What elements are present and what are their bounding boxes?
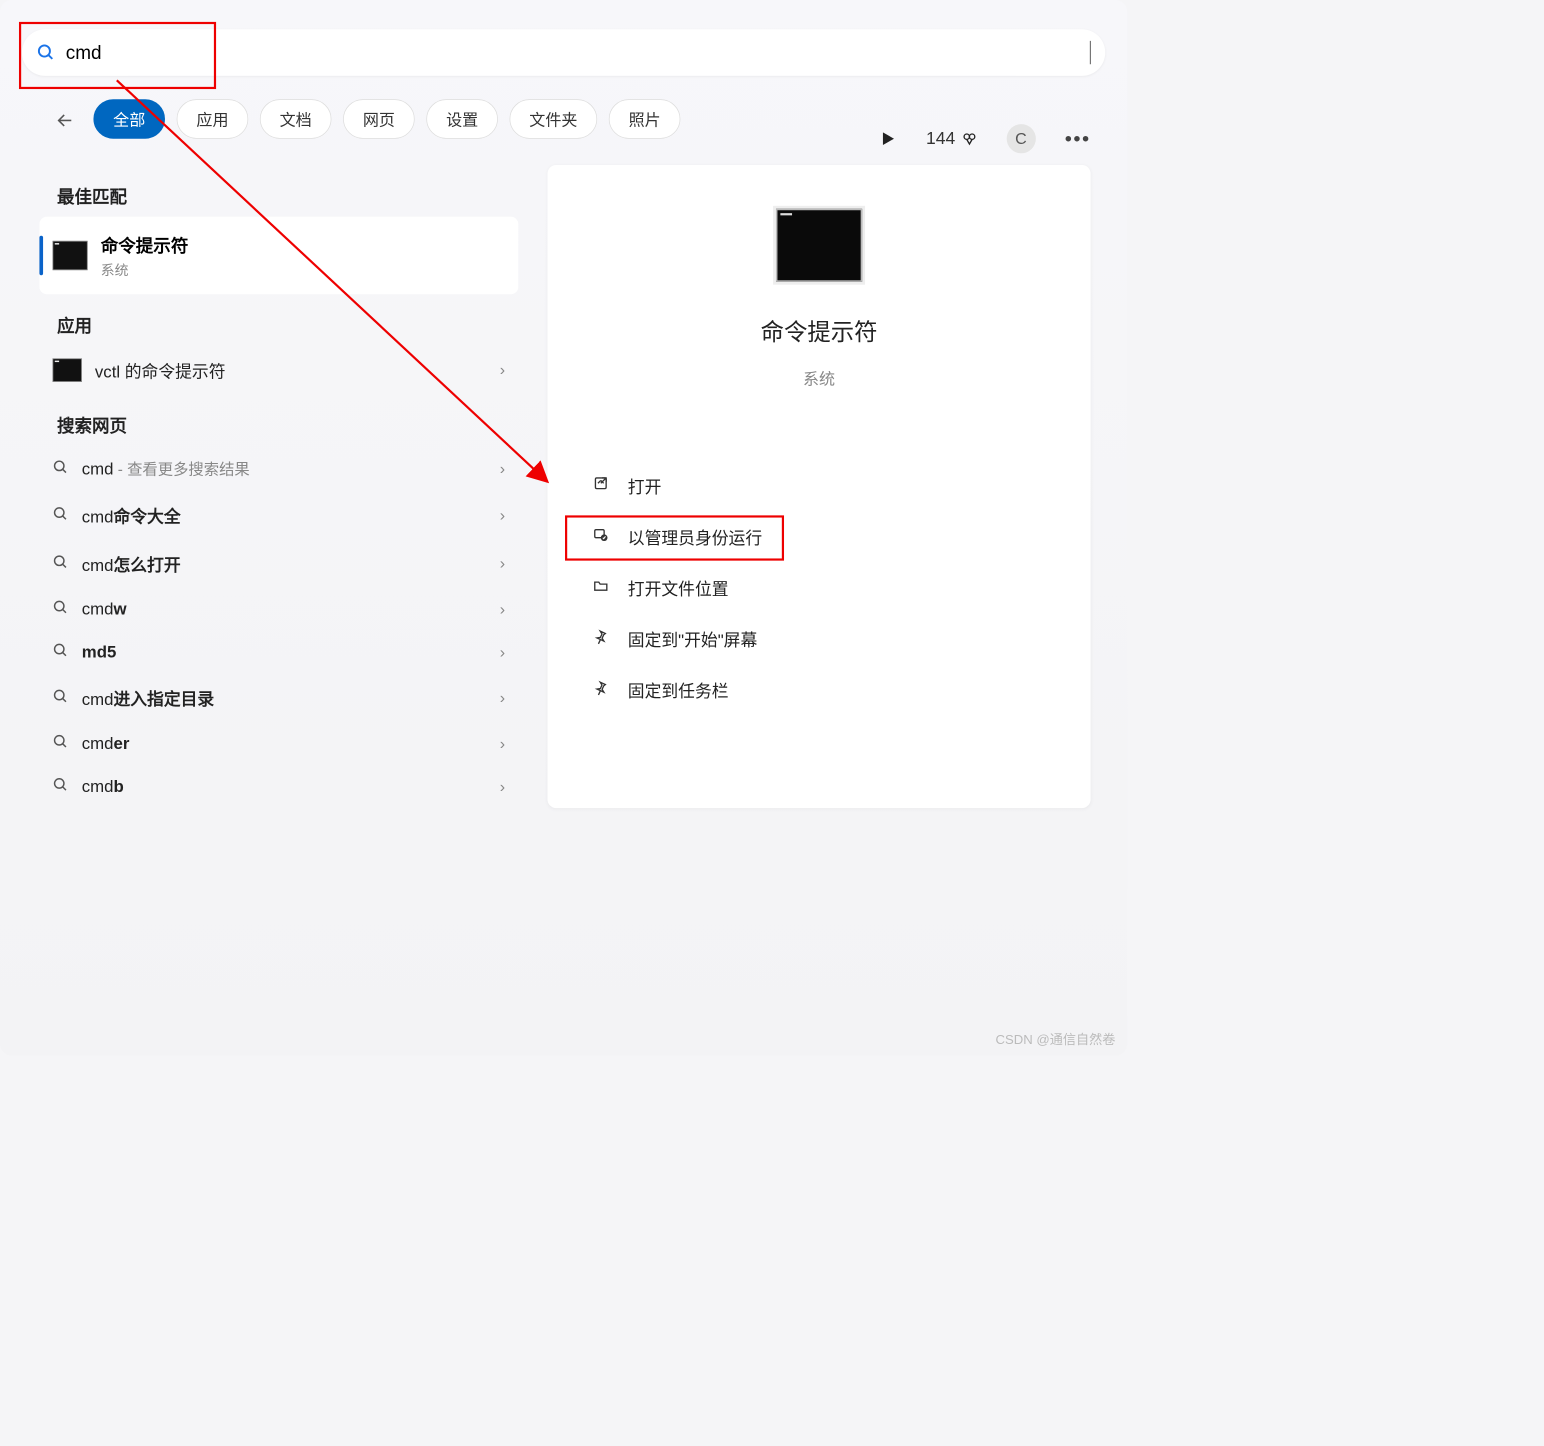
chevron-right-icon: › [500, 734, 505, 753]
search-icon [53, 459, 69, 479]
search-icon [53, 777, 69, 797]
action-admin[interactable]: 以管理员身份运行 [584, 514, 1054, 559]
web-result-label: cmd进入指定目录 [82, 685, 214, 710]
web-result[interactable]: cmder › [39, 722, 518, 765]
folder-icon [591, 577, 610, 597]
cmd-app-icon [53, 358, 82, 381]
best-match-subtitle: 系统 [101, 260, 189, 280]
admin-icon [591, 526, 610, 546]
web-result[interactable]: cmd - 查看更多搜索结果 › [39, 446, 518, 491]
filter-tab-folders[interactable]: 文件夹 [510, 99, 598, 138]
web-result[interactable]: md5 › [39, 631, 518, 674]
chevron-right-icon: › [500, 554, 505, 573]
chevron-right-icon: › [500, 506, 505, 525]
web-result[interactable]: cmd命令大全 › [39, 491, 518, 539]
chevron-right-icon: › [500, 600, 505, 619]
filter-tab-all[interactable]: 全部 [93, 99, 165, 138]
web-result[interactable]: cmdw › [39, 588, 518, 631]
top-right-cluster: 144 C ••• [878, 124, 1091, 153]
web-result-label: cmd命令大全 [82, 503, 181, 528]
best-match-result[interactable]: 命令提示符 系统 [39, 217, 518, 294]
text-caret [1090, 41, 1091, 64]
web-result[interactable]: cmd怎么打开 › [39, 539, 518, 587]
more-icon[interactable]: ••• [1065, 127, 1091, 150]
web-result[interactable]: cmdb › [39, 765, 518, 808]
rewards-points-value: 144 [926, 128, 955, 148]
action-folder[interactable]: 打开文件位置 [584, 565, 1054, 610]
best-match-header: 最佳匹配 [57, 183, 518, 209]
web-result-label: cmd怎么打开 [82, 551, 181, 576]
web-header: 搜索网页 [57, 412, 518, 438]
app-result-vctl[interactable]: vctl 的命令提示符 › [39, 346, 518, 394]
play-icon[interactable] [878, 129, 897, 148]
action-label: 打开文件位置 [628, 575, 729, 600]
results-column: 最佳匹配 命令提示符 系统 应用 vctl 的命令提示符 › 搜索网页 cmd … [22, 165, 518, 808]
chevron-right-icon: › [500, 361, 505, 380]
search-icon [53, 554, 69, 574]
web-result-label: cmd - 查看更多搜索结果 [82, 458, 250, 480]
filter-tab-photos[interactable]: 照片 [609, 99, 681, 138]
chevron-right-icon: › [500, 459, 505, 478]
web-result-label: cmdb [82, 777, 124, 797]
detail-subtitle: 系统 [803, 366, 835, 389]
search-icon [53, 642, 69, 662]
search-icon [53, 734, 69, 754]
web-result-label: cmdw [82, 599, 127, 619]
chevron-right-icon: › [500, 688, 505, 707]
search-icon [37, 43, 56, 62]
back-arrow-icon[interactable] [48, 103, 82, 135]
apps-header: 应用 [57, 312, 518, 338]
search-input[interactable] [66, 41, 1092, 64]
cmd-app-icon-large [776, 209, 862, 282]
filter-tab-apps[interactable]: 应用 [177, 99, 249, 138]
pin-icon [591, 629, 610, 649]
filter-tab-web[interactable]: 网页 [343, 99, 415, 138]
detail-panel: 命令提示符 系统 打开以管理员身份运行打开文件位置固定到"开始"屏幕固定到任务栏 [548, 165, 1091, 808]
action-label: 打开 [628, 473, 662, 498]
web-result-label: md5 [82, 642, 117, 662]
action-open[interactable]: 打开 [584, 463, 1054, 508]
chevron-right-icon: › [500, 777, 505, 796]
user-avatar[interactable]: C [1006, 124, 1035, 153]
pin-icon [591, 680, 610, 700]
watermark-text: CSDN @通信自然卷 [996, 1029, 1116, 1048]
action-label: 以管理员身份运行 [628, 524, 762, 549]
web-result-label: cmder [82, 734, 130, 754]
action-label: 固定到任务栏 [628, 677, 729, 702]
search-bar[interactable] [22, 29, 1105, 76]
action-label: 固定到"开始"屏幕 [628, 626, 757, 651]
search-icon [53, 506, 69, 526]
action-pin[interactable]: 固定到"开始"屏幕 [584, 616, 1054, 661]
action-pin[interactable]: 固定到任务栏 [584, 667, 1054, 712]
open-icon [591, 475, 610, 495]
rewards-points[interactable]: 144 [926, 128, 977, 148]
web-result[interactable]: cmd进入指定目录 › [39, 674, 518, 722]
cmd-app-icon [53, 241, 88, 270]
filter-tab-docs[interactable]: 文档 [260, 99, 332, 138]
app-result-label: vctl 的命令提示符 [95, 358, 226, 383]
detail-title: 命令提示符 [761, 314, 878, 348]
best-match-title: 命令提示符 [101, 231, 189, 257]
chevron-right-icon: › [500, 643, 505, 662]
search-icon [53, 688, 69, 708]
search-icon [53, 599, 69, 619]
filter-tab-settings[interactable]: 设置 [426, 99, 498, 138]
